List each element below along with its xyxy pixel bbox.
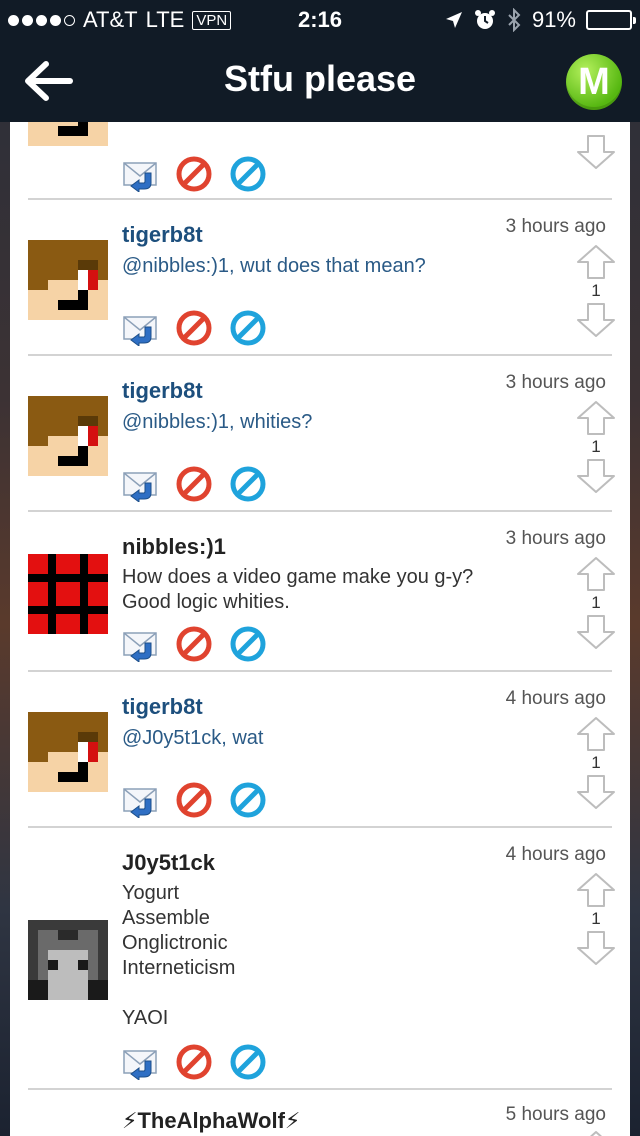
timestamp: 3 hours ago	[505, 372, 606, 393]
vote-score: 1	[591, 437, 601, 456]
comment-actions	[122, 466, 266, 502]
block-icon[interactable]	[176, 1044, 212, 1080]
username[interactable]: tigerb8t	[122, 694, 203, 720]
comment-actions	[122, 310, 266, 346]
up-arrow-icon[interactable]	[576, 1130, 616, 1136]
app-logo-button[interactable]: M	[566, 54, 622, 110]
username[interactable]: tigerb8t	[122, 222, 203, 248]
reply-envelope-icon[interactable]	[122, 156, 158, 192]
vote-control: 1	[574, 716, 618, 810]
comment-post: tigerb8t 3 hours ago @nibbles:)1, whitie…	[10, 356, 630, 512]
avatar[interactable]	[28, 396, 108, 476]
block-icon[interactable]	[176, 156, 212, 192]
down-arrow-icon[interactable]	[576, 614, 616, 650]
comment-post: tigerb8t 4 hours ago @J0y5t1ck, wat 1	[10, 672, 630, 828]
page-title: Stfu please	[223, 58, 417, 99]
app-screen: AT&T LTE VPN 2:16 91% Stfu please M tige…	[0, 0, 640, 1136]
reply-envelope-icon[interactable]	[122, 1044, 158, 1080]
comment-post: J0y5t1ck 4 hours ago Yogurt Assemble Ong…	[10, 828, 630, 1090]
timestamp: 4 hours ago	[505, 844, 606, 865]
vote-control: 1	[574, 556, 618, 650]
down-arrow-icon[interactable]	[576, 930, 616, 966]
down-arrow-icon[interactable]	[576, 134, 616, 170]
block-icon[interactable]	[176, 310, 212, 346]
block-icon[interactable]	[176, 782, 212, 818]
vote-score: 1	[591, 909, 601, 928]
vote-score: 1	[574, 122, 618, 124]
comment-text: Yogurt Assemble Onglictronic Internetici…	[122, 882, 236, 1029]
comment-post: nibbles:)1 3 hours ago How does a video …	[10, 512, 630, 672]
battery-icon	[586, 10, 636, 30]
down-arrow-icon[interactable]	[576, 458, 616, 494]
reply-envelope-icon[interactable]	[122, 466, 158, 502]
vote-control: 1	[574, 872, 618, 966]
timestamp: 4 hours ago	[505, 688, 606, 709]
report-icon[interactable]	[230, 310, 266, 346]
down-arrow-icon[interactable]	[576, 774, 616, 810]
status-right: 91%	[444, 7, 636, 33]
block-icon[interactable]	[176, 466, 212, 502]
comment-actions	[122, 782, 266, 818]
status-bar: AT&T LTE VPN 2:16 91%	[0, 0, 640, 40]
avatar[interactable]	[28, 920, 108, 1000]
block-icon[interactable]	[176, 626, 212, 662]
timestamp: 3 hours ago	[505, 216, 606, 237]
vote-control: 1	[574, 244, 618, 338]
username[interactable]: nibbles:)1	[122, 534, 226, 560]
vote-control	[574, 1130, 618, 1136]
avatar[interactable]	[28, 554, 108, 634]
report-icon[interactable]	[230, 626, 266, 662]
up-arrow-icon[interactable]	[576, 244, 616, 280]
comment-text: @J0y5t1ck, wat	[122, 727, 264, 749]
vote-score: 1	[591, 593, 601, 612]
username[interactable]: ⚡TheAlphaWolf⚡	[122, 1108, 300, 1134]
comment-text: @nibbles:)1, whities?	[122, 411, 313, 433]
comment-post: ⚡TheAlphaWolf⚡ 5 hours ago	[10, 1090, 630, 1136]
up-arrow-icon[interactable]	[576, 556, 616, 592]
vote-score: 1	[591, 753, 601, 772]
reply-envelope-icon[interactable]	[122, 626, 158, 662]
comment-actions	[122, 156, 266, 192]
navigation-bar: Stfu please M	[0, 40, 640, 122]
battery-percent: 91%	[531, 7, 576, 32]
vote-control: 1	[574, 122, 618, 170]
up-arrow-icon[interactable]	[576, 400, 616, 436]
vote-control: 1	[574, 400, 618, 494]
timestamp: 3 hours ago	[505, 528, 606, 549]
comment-text: How does a video game make you g-y? Good…	[122, 566, 474, 613]
avatar[interactable]	[28, 122, 108, 146]
avatar[interactable]	[28, 240, 108, 320]
comment-post: 1	[10, 122, 630, 200]
username[interactable]: tigerb8t	[122, 378, 203, 404]
reply-envelope-icon[interactable]	[122, 310, 158, 346]
reply-envelope-icon[interactable]	[122, 782, 158, 818]
comment-post: tigerb8t 3 hours ago @nibbles:)1, wut do…	[10, 200, 630, 356]
username[interactable]: J0y5t1ck	[122, 850, 215, 876]
alarm-clock-icon	[474, 10, 495, 29]
up-arrow-icon[interactable]	[576, 716, 616, 752]
timestamp: 5 hours ago	[505, 1104, 606, 1125]
report-icon[interactable]	[230, 1044, 266, 1080]
vote-score: 1	[591, 281, 601, 300]
report-icon[interactable]	[230, 156, 266, 192]
avatar[interactable]	[28, 712, 108, 792]
comment-feed[interactable]: 1 tigerb8t 3 hours ago @nibbles:)1, wut …	[10, 122, 630, 1136]
down-arrow-icon[interactable]	[576, 302, 616, 338]
location-arrow-icon	[445, 12, 462, 28]
report-icon[interactable]	[230, 466, 266, 502]
up-arrow-icon[interactable]	[576, 872, 616, 908]
comment-actions	[122, 626, 266, 662]
logo-letter: M	[578, 60, 610, 103]
comment-text: @nibbles:)1, wut does that mean?	[122, 255, 426, 277]
report-icon[interactable]	[230, 782, 266, 818]
bluetooth-icon	[508, 8, 521, 32]
comment-actions	[122, 1044, 266, 1080]
